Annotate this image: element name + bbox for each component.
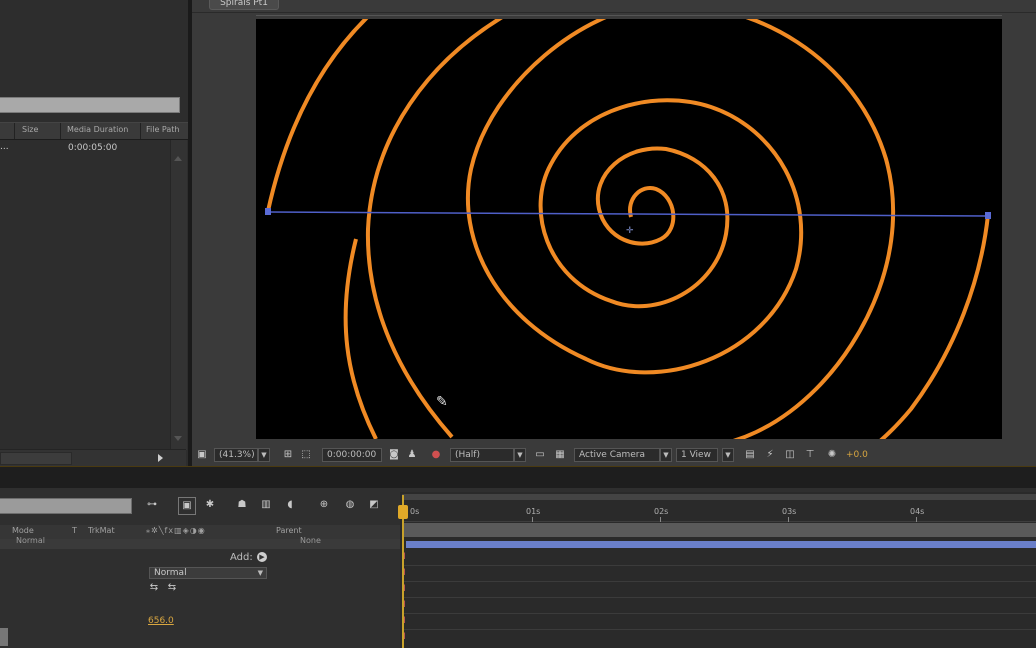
auto-keyframe-icon[interactable]: ◩ [368,499,380,511]
layer-mode-value[interactable]: Normal [16,536,45,545]
time-ruler[interactable]: 0s 01s 02s 03s 04s [402,503,1036,522]
switches-icons[interactable]: ⁎✲╲fx▥◈◑◉ [146,526,206,535]
path-point-right[interactable] [985,212,991,219]
layer-parent-value[interactable]: None [300,536,321,545]
path-point-left[interactable] [265,208,271,215]
canvas-top-edge [256,15,1002,16]
blend-mode-caret-icon[interactable]: ▼ [258,568,263,578]
graph-editor-icon[interactable]: ⊕ [318,499,330,511]
timeline-icon[interactable]: ◫ [784,449,796,461]
hide-shy-layers-icon[interactable]: ☗ [236,499,248,511]
timeline-search-input[interactable] [0,498,132,514]
ruler-03s: 03s [782,507,797,516]
project-item-duration: 0:00:05:00 [68,143,118,153]
magnification-caret-icon[interactable]: ▼ [258,448,270,462]
ruler-0s: 0s [410,507,420,516]
stroke-value[interactable]: 656.0 [148,616,174,626]
resolution-caret-icon[interactable]: ▼ [514,448,526,462]
timeline-divider[interactable] [0,466,1036,489]
mask-visibility-icon[interactable]: ⬚ [300,449,312,461]
column-trkmat[interactable]: TrkMat [88,526,115,535]
comp-mini-flowchart-icon[interactable]: ⊶ [146,499,158,511]
left-edge-handle[interactable] [0,628,8,646]
fast-previews-icon[interactable]: ⚡ [764,449,776,461]
transparency-grid-icon[interactable]: ▦ [554,449,566,461]
comp-tab-line [192,12,1036,13]
project-item-name: ... [0,142,9,152]
blend-mode-label: Normal [154,568,187,578]
frame-blending-icon[interactable]: ▥ [260,499,272,511]
anchor-point-icon[interactable]: ✛ [626,226,634,236]
project-search-input[interactable] [0,97,180,113]
project-column-header: Size Media Duration File Path [0,122,188,140]
ruler-02s: 02s [654,507,669,516]
link-icon[interactable]: ⇆ [148,582,160,594]
add-label: Add: [230,552,253,563]
scroll-right-icon[interactable] [158,454,163,462]
project-item-row[interactable]: ... 0:00:05:00 [0,142,170,156]
ruler-01s: 01s [526,507,541,516]
brainstorm-icon[interactable]: ◍ [344,499,356,511]
current-time-field[interactable]: 0:00:00:00 [322,448,382,462]
motion-path-line [267,211,989,217]
camera-dropdown[interactable]: Active Camera [574,448,660,462]
scroll-up-icon[interactable] [174,156,182,161]
flowchart-view-icon[interactable]: ⊤ [804,449,816,461]
region-of-interest-icon[interactable]: ▭ [534,449,546,461]
work-area-bar[interactable] [402,523,1036,537]
resolution-dropdown[interactable]: (Half) [450,448,514,462]
exposure-value[interactable]: +0.0 [846,450,868,460]
draft-3d-icon[interactable]: ✱ [204,499,216,511]
column-file-path[interactable]: File Path [146,125,180,134]
magnification-dropdown[interactable]: (41.3%) [214,448,258,462]
scroll-down-icon[interactable] [174,436,182,441]
project-scrollbar[interactable] [170,140,187,450]
playhead-handle[interactable] [398,505,408,519]
reset-exposure-icon[interactable]: ✺ [826,449,838,461]
link-icon-2[interactable]: ⇆ [166,582,178,594]
pen-tool-cursor-icon: ✎ [436,394,448,410]
snapshot-icon[interactable]: ◙ [388,449,400,461]
column-size[interactable]: Size [22,125,38,134]
always-preview-icon[interactable]: ▣ [196,449,208,461]
layer-row[interactable]: Normal None [0,536,400,549]
composition-canvas[interactable]: ✛ ✎ [256,19,1002,439]
safe-zones-icon[interactable]: ⊞ [282,449,294,461]
view-layout-caret-icon[interactable]: ▼ [722,448,734,462]
project-horizontal-scrollbar[interactable] [0,449,186,466]
blend-mode-dropdown[interactable]: Normal ▼ [149,567,267,579]
time-navigator[interactable] [402,494,1036,500]
column-parent[interactable]: Parent [276,526,302,535]
live-update-icon[interactable]: ▣ [178,497,196,515]
toggle-pixel-aspect-icon[interactable]: ▤ [744,449,756,461]
ruler-04s: 04s [910,507,925,516]
motion-blur-icon[interactable]: ◖ [284,499,296,511]
color-channels-icon[interactable]: ● [430,449,442,461]
spiral-artwork: ✛ ✎ [265,19,991,439]
camera-caret-icon[interactable]: ▼ [660,448,672,462]
column-mode[interactable]: Mode [12,526,34,535]
timeline-column-header: Mode T TrkMat ⁎✲╲fx▥◈◑◉ Parent [0,525,400,540]
project-panel [0,0,188,466]
show-snapshot-icon[interactable]: ♟ [406,449,418,461]
add-property-icon[interactable]: ▶ [257,552,267,562]
spiral-outer-left [365,19,503,439]
view-layout-dropdown[interactable]: 1 View [676,448,718,462]
column-t[interactable]: T [72,526,77,535]
comp-tab[interactable]: Spirals Pt1 [209,0,279,10]
composition-footer-toolbar: ▣ (41.3%) ▼ ⊞ ⬚ 0:00:00:00 ◙ ♟ ● (Half) … [192,446,1036,464]
column-media-duration[interactable]: Media Duration [67,125,128,134]
layer-duration-bar[interactable] [406,541,1036,548]
